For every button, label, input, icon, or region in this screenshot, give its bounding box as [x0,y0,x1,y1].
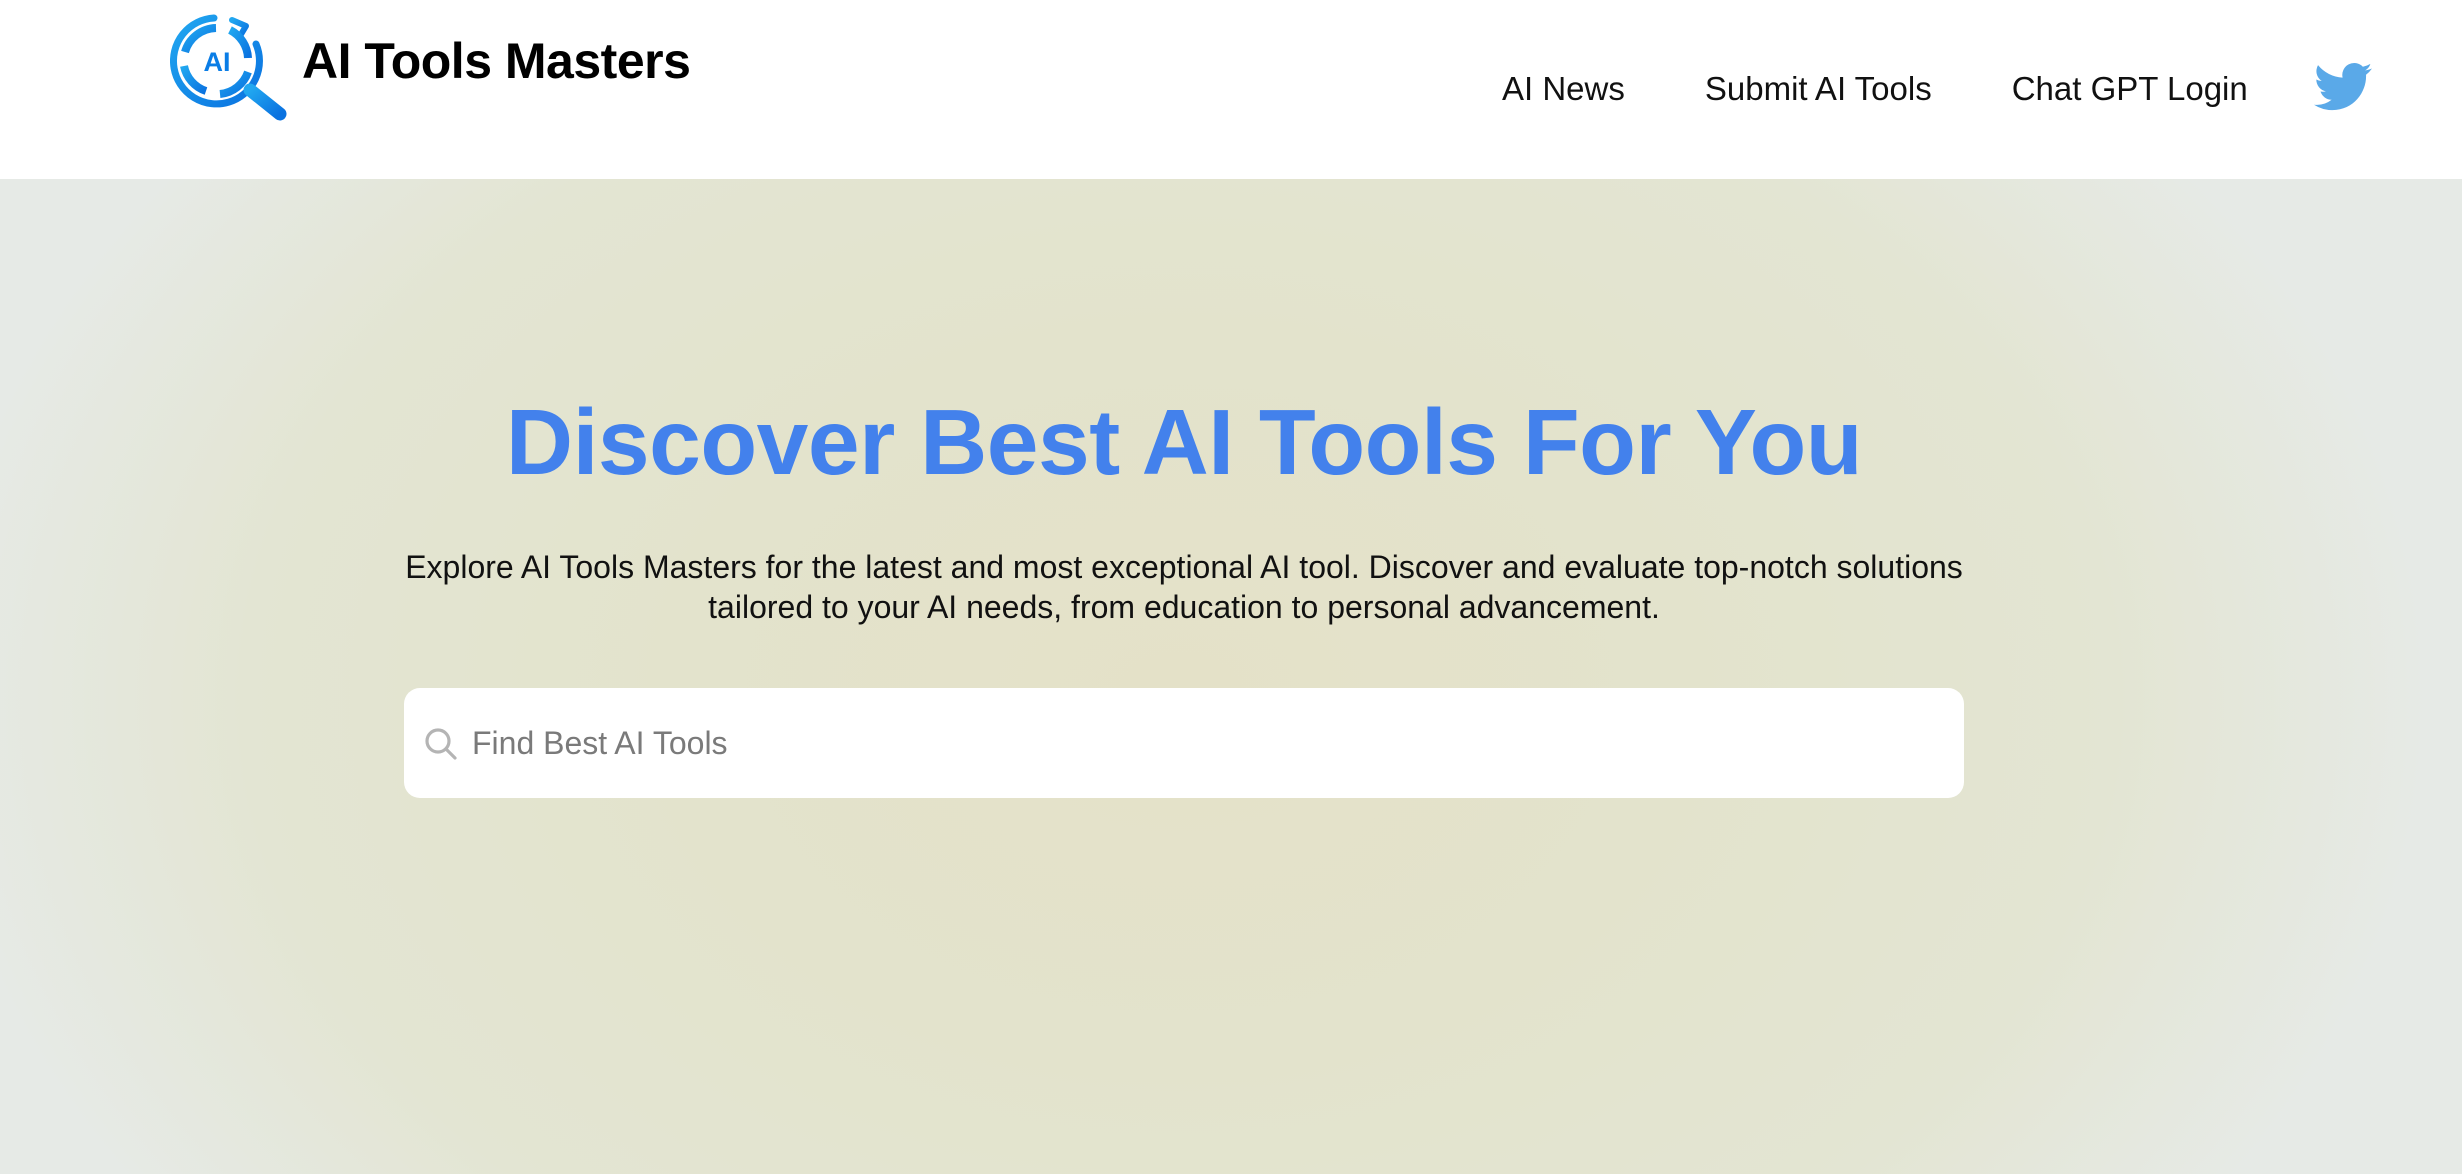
search-icon [425,728,457,760]
hero-section: Discover Best AI Tools For You Explore A… [0,179,2462,1174]
magnifier-logo-icon: AI [170,14,287,121]
hero-description: Explore AI Tools Masters for the latest … [405,549,1963,625]
nav-ai-news[interactable]: AI News [1502,70,1625,108]
nav-submit-ai-tools[interactable]: Submit AI Tools [1705,70,1932,108]
nav-chat-gpt-login[interactable]: Chat GPT Login [2012,70,2248,108]
twitter-link[interactable] [2314,62,2372,112]
hero-title: Discover Best AI Tools For You [505,390,1863,494]
home-logo-link[interactable]: AI AI Tools Masters [170,14,691,124]
site-title: AI Tools Masters [302,33,691,89]
search-input[interactable] [466,688,1946,798]
site-header: AI AI Tools Masters AI News Submit AI To… [0,0,2462,179]
svg-text:AI: AI [204,47,231,77]
twitter-icon [2314,63,2372,111]
main-nav: AI News Submit AI Tools Chat GPT Login [1502,66,2248,112]
search-box [404,688,1964,798]
